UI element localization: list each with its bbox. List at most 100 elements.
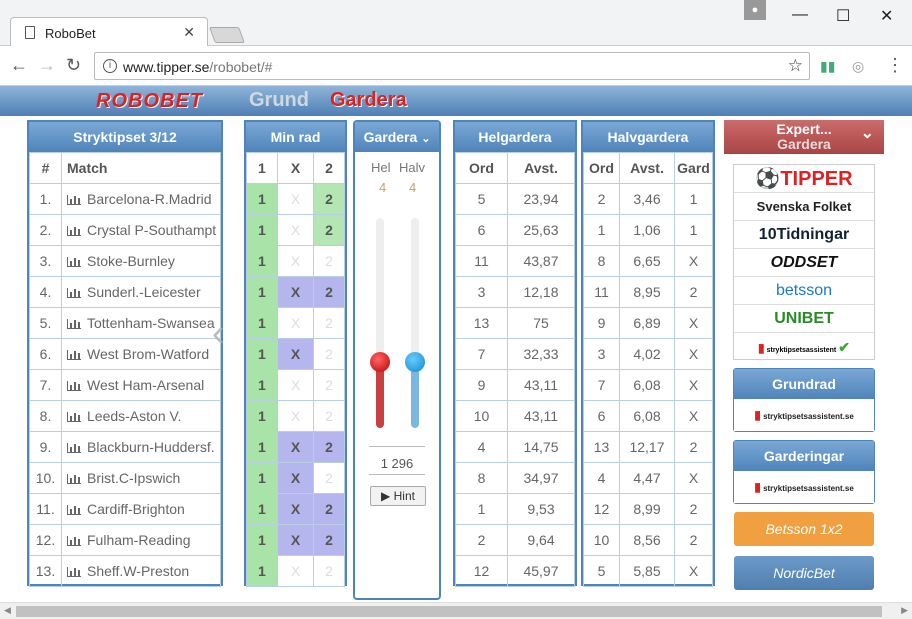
nav-grund[interactable]: Grund [249, 89, 309, 112]
match-cell[interactable]: Sunderl.-Leicester [61, 276, 221, 308]
info-icon[interactable]: i [103, 59, 117, 73]
maximize-icon[interactable]: ☐ [836, 6, 850, 26]
stats-icon[interactable] [67, 536, 81, 547]
chevron-down-icon[interactable]: ⌄ [421, 133, 430, 145]
match-cell[interactable]: Barcelona-R.Madrid [61, 183, 221, 215]
horizontal-scrollbar[interactable]: ◀ ▶ [0, 602, 912, 619]
hel-slider-handle[interactable] [370, 352, 390, 372]
pick-1[interactable]: 1 [246, 493, 278, 525]
pick-2[interactable]: 2 [313, 555, 345, 587]
pick-2[interactable]: 2 [313, 214, 345, 246]
menu-icon[interactable]: ⋮ [886, 55, 904, 76]
chevron-left-icon[interactable]: ‹ [212, 312, 224, 354]
match-cell[interactable]: Brist.C-Ipswich [61, 462, 221, 494]
pick-1[interactable]: 1 [246, 369, 278, 401]
pick-x[interactable]: X [276, 524, 315, 556]
pick-x[interactable]: X [276, 307, 315, 339]
halv-slider[interactable] [405, 218, 425, 428]
address-bar[interactable]: i www.tipper.se/robobet/# ☆ [94, 52, 810, 80]
match-cell[interactable]: Blackburn-Huddersf. [61, 431, 221, 463]
pick-2[interactable]: 2 [313, 400, 345, 432]
pick-2[interactable]: 2 [313, 276, 345, 308]
pick-x[interactable]: X [276, 400, 315, 432]
match-cell[interactable]: Stoke-Burnley [61, 245, 221, 277]
bookie-svenska-folket[interactable]: Svenska Folket [734, 193, 874, 221]
pick-1[interactable]: 1 [246, 555, 278, 587]
stats-icon[interactable] [67, 567, 81, 578]
pick-x[interactable]: X [276, 369, 315, 401]
pick-x[interactable]: X [276, 183, 315, 215]
grundrad-button[interactable]: Grundrad ▮ stryktipsetsassistent.se [733, 368, 875, 432]
pick-2[interactable]: 2 [313, 307, 345, 339]
robobet-logo[interactable]: ROBOBET [96, 90, 203, 113]
nav-gardera[interactable]: Gardera [330, 89, 407, 112]
match-cell[interactable]: Leeds-Aston V. [61, 400, 221, 432]
stats-icon[interactable] [67, 350, 81, 361]
close-window-icon[interactable]: ✕ [880, 6, 893, 26]
match-cell[interactable]: Fulham-Reading [61, 524, 221, 556]
stats-icon[interactable] [67, 505, 81, 516]
halv-slider-handle[interactable] [405, 352, 425, 372]
match-cell[interactable]: West Brom-Watford [61, 338, 221, 370]
scroll-left-icon[interactable]: ◀ [4, 605, 11, 616]
browser-tab[interactable]: RoboBet ✕ [10, 17, 208, 47]
pick-1[interactable]: 1 [246, 462, 278, 494]
hint-button[interactable]: ▶ Hint [370, 486, 426, 506]
pick-2[interactable]: 2 [313, 369, 345, 401]
pick-1[interactable]: 1 [246, 183, 278, 215]
pick-1[interactable]: 1 [246, 245, 278, 277]
pick-2[interactable]: 2 [313, 431, 345, 463]
pick-x[interactable]: X [276, 214, 315, 246]
pick-2[interactable]: 2 [313, 338, 345, 370]
bookie-betsson[interactable]: betsson [734, 277, 874, 305]
pick-2[interactable]: 2 [313, 524, 345, 556]
bookie-unibet[interactable]: UNIBET [734, 305, 874, 333]
pick-x[interactable]: X [276, 245, 315, 277]
stats-icon[interactable] [67, 319, 81, 330]
back-icon[interactable]: ← [10, 55, 28, 76]
scrollbar-thumb[interactable] [16, 606, 882, 617]
new-tab-button[interactable] [209, 27, 245, 43]
stats-icon[interactable] [67, 257, 81, 268]
pick-1[interactable]: 1 [246, 431, 278, 463]
pick-1[interactable]: 1 [246, 307, 278, 339]
match-cell[interactable]: Cardiff-Brighton [61, 493, 221, 525]
pick-1[interactable]: 1 [246, 276, 278, 308]
user-icon[interactable]: ● [744, 0, 766, 20]
pick-2[interactable]: 2 [313, 183, 345, 215]
expert-button[interactable]: Expert... Gardera ⌄ [724, 120, 884, 154]
close-tab-icon[interactable]: ✕ [183, 24, 195, 41]
pick-1[interactable]: 1 [246, 338, 278, 370]
forward-icon[interactable]: → [38, 55, 56, 76]
pick-1[interactable]: 1 [246, 400, 278, 432]
pick-2[interactable]: 2 [313, 462, 345, 494]
bookie-assistant[interactable]: ▮ stryktipsetsassistent ✔ [734, 333, 874, 361]
stats-icon[interactable] [67, 381, 81, 392]
bookie-oddset[interactable]: ODDSET [734, 249, 874, 277]
pick-x[interactable]: X [276, 462, 315, 494]
stats-icon[interactable] [67, 288, 81, 299]
stats-icon[interactable] [67, 474, 81, 485]
stats-icon[interactable] [67, 226, 81, 237]
pick-x[interactable]: X [276, 276, 315, 308]
match-cell[interactable]: Tottenham-Swansea [61, 307, 221, 339]
betsson-1x2-button[interactable]: Betsson 1x2 [734, 512, 874, 546]
bookie-10tidningar[interactable]: 10Tidningar [734, 221, 874, 249]
match-cell[interactable]: Sheff.W-Preston [61, 555, 221, 587]
stats-icon[interactable] [67, 443, 81, 454]
pick-x[interactable]: X [276, 555, 315, 587]
pick-1[interactable]: 1 [246, 524, 278, 556]
bookie-tipper[interactable]: ⚽TIPPER [734, 165, 874, 193]
stats-icon[interactable] [67, 412, 81, 423]
reload-icon[interactable]: ↻ [66, 55, 81, 76]
match-cell[interactable]: West Ham-Arsenal [61, 369, 221, 401]
minimize-icon[interactable]: — [792, 6, 808, 24]
pick-1[interactable]: 1 [246, 214, 278, 246]
nordicbet-button[interactable]: NordicBet [734, 556, 874, 590]
pick-2[interactable]: 2 [313, 493, 345, 525]
bookmark-star-icon[interactable]: ☆ [788, 56, 803, 76]
scroll-right-icon[interactable]: ▶ [901, 605, 908, 616]
pick-x[interactable]: X [276, 338, 315, 370]
chart-extension-icon[interactable]: ▮▮ [820, 58, 835, 75]
hel-slider[interactable] [370, 218, 390, 428]
